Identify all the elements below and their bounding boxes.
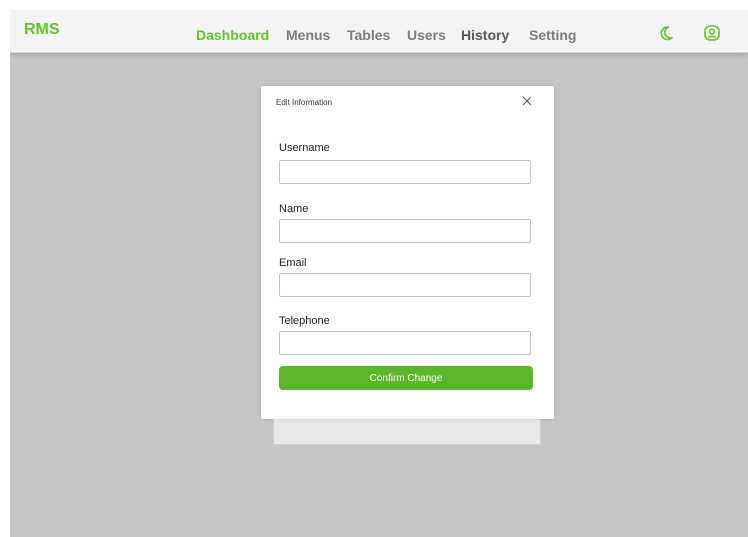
username-label: Username [279,142,330,154]
nav-tables[interactable]: Tables [347,27,390,43]
name-input[interactable] [279,219,531,243]
email-input[interactable] [279,273,531,297]
email-label: Email [279,257,307,269]
name-label: Name [279,203,309,215]
nav-users[interactable]: Users [407,27,446,43]
app-window: RMS Dashboard Menus Tables Users History… [10,10,748,537]
user-profile-icon[interactable] [702,23,722,43]
edit-information-modal: Edit Information Username Name Email Tel… [261,86,554,419]
nav-menus[interactable]: Menus [286,27,330,43]
nav-dashboard[interactable]: Dashboard [196,27,269,43]
username-input[interactable] [279,160,531,184]
nav-setting[interactable]: Setting [529,27,576,43]
nav-history[interactable]: History [461,27,509,43]
close-icon[interactable] [522,96,532,106]
top-navbar: RMS Dashboard Menus Tables Users History… [10,10,748,53]
confirm-change-button[interactable]: Confirm Change [279,366,533,390]
app-logo: RMS [24,21,60,38]
modal-title: Edit Information [276,98,333,107]
moon-icon[interactable] [656,23,676,43]
telephone-label: Telephone [279,315,330,327]
telephone-input[interactable] [279,331,531,355]
